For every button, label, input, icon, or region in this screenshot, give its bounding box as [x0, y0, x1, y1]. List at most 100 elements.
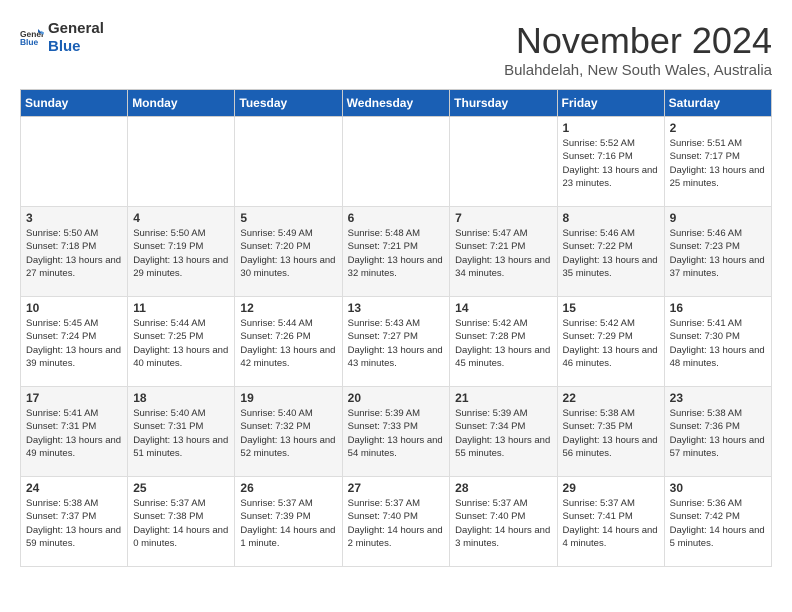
day-info: Sunrise: 5:36 AMSunset: 7:42 PMDaylight:…: [670, 497, 766, 550]
header-monday: Monday: [128, 90, 235, 117]
day-info: Sunrise: 5:38 AMSunset: 7:35 PMDaylight:…: [563, 407, 659, 460]
day-cell: [342, 117, 450, 207]
day-number: 13: [348, 301, 445, 315]
day-info: Sunrise: 5:47 AMSunset: 7:21 PMDaylight:…: [455, 227, 551, 280]
day-cell: 3 Sunrise: 5:50 AMSunset: 7:18 PMDaylight…: [21, 207, 128, 297]
logo: General Blue General Blue: [20, 20, 104, 56]
day-cell: 13 Sunrise: 5:43 AMSunset: 7:27 PMDayligh…: [342, 297, 450, 387]
day-info: Sunrise: 5:44 AMSunset: 7:26 PMDaylight:…: [240, 317, 336, 370]
title-section: November 2024 Bulahdelah, New South Wale…: [504, 20, 772, 79]
day-number: 2: [670, 121, 766, 135]
day-info: Sunrise: 5:51 AMSunset: 7:17 PMDaylight:…: [670, 137, 766, 190]
day-number: 8: [563, 211, 659, 225]
week-row-2: 3 Sunrise: 5:50 AMSunset: 7:18 PMDaylight…: [21, 207, 772, 297]
day-cell: 29 Sunrise: 5:37 AMSunset: 7:41 PMDayligh…: [557, 477, 664, 567]
day-cell: 18Sunrise: 5:40 AMSunset: 7:31 PMDayligh…: [128, 387, 235, 477]
header-tuesday: Tuesday: [235, 90, 342, 117]
day-info: Sunrise: 5:37 AMSunset: 7:40 PMDaylight:…: [455, 497, 551, 550]
day-number: 17: [26, 391, 122, 405]
day-info: Sunrise: 5:42 AMSunset: 7:29 PMDaylight:…: [563, 317, 659, 370]
day-cell: 2 Sunrise: 5:51 AMSunset: 7:17 PMDaylight…: [664, 117, 771, 207]
day-info: Sunrise: 5:39 AMSunset: 7:34 PMDaylight:…: [455, 407, 551, 460]
logo-line1: General: [48, 20, 104, 38]
day-number: 25: [133, 481, 229, 495]
day-number: 7: [455, 211, 551, 225]
day-cell: 6Sunrise: 5:48 AMSunset: 7:21 PMDaylight…: [342, 207, 450, 297]
day-number: 11: [133, 301, 229, 315]
day-cell: [450, 117, 557, 207]
day-info: Sunrise: 5:39 AMSunset: 7:33 PMDaylight:…: [348, 407, 445, 460]
day-cell: 15 Sunrise: 5:42 AMSunset: 7:29 PMDayligh…: [557, 297, 664, 387]
header-saturday: Saturday: [664, 90, 771, 117]
day-cell: 12 Sunrise: 5:44 AMSunset: 7:26 PMDayligh…: [235, 297, 342, 387]
calendar-header-row: SundayMondayTuesdayWednesdayThursdayFrid…: [21, 90, 772, 117]
day-info: Sunrise: 5:41 AMSunset: 7:30 PMDaylight:…: [670, 317, 766, 370]
day-info: Sunrise: 5:42 AMSunset: 7:28 PMDaylight:…: [455, 317, 551, 370]
day-cell: [128, 117, 235, 207]
day-info: Sunrise: 5:38 AMSunset: 7:36 PMDaylight:…: [670, 407, 766, 460]
day-number: 15: [563, 301, 659, 315]
day-number: 3: [26, 211, 122, 225]
day-info: Sunrise: 5:43 AMSunset: 7:27 PMDaylight:…: [348, 317, 445, 370]
day-info: Sunrise: 5:40 AMSunset: 7:32 PMDaylight:…: [240, 407, 336, 460]
day-cell: 24 Sunrise: 5:38 AMSunset: 7:37 PMDayligh…: [21, 477, 128, 567]
day-cell: 25 Sunrise: 5:37 AMSunset: 7:38 PMDayligh…: [128, 477, 235, 567]
day-number: 21: [455, 391, 551, 405]
day-number: 18: [133, 391, 229, 405]
day-info: Sunrise: 5:46 AMSunset: 7:22 PMDaylight:…: [563, 227, 659, 280]
day-cell: 21 Sunrise: 5:39 AMSunset: 7:34 PMDayligh…: [450, 387, 557, 477]
day-number: 23: [670, 391, 766, 405]
day-info: Sunrise: 5:50 AMSunset: 7:18 PMDaylight:…: [26, 227, 122, 280]
day-number: 12: [240, 301, 336, 315]
day-cell: [235, 117, 342, 207]
day-number: 27: [348, 481, 445, 495]
day-info: Sunrise: 5:37 AMSunset: 7:38 PMDaylight:…: [133, 497, 229, 550]
day-number: 28: [455, 481, 551, 495]
day-cell: 16Sunrise: 5:41 AMSunset: 7:30 PMDayligh…: [664, 297, 771, 387]
day-number: 14: [455, 301, 551, 315]
week-row-5: 24 Sunrise: 5:38 AMSunset: 7:37 PMDayligh…: [21, 477, 772, 567]
day-number: 24: [26, 481, 122, 495]
week-row-3: 10 Sunrise: 5:45 AMSunset: 7:24 PMDayligh…: [21, 297, 772, 387]
day-info: Sunrise: 5:46 AMSunset: 7:23 PMDaylight:…: [670, 227, 766, 280]
day-cell: 22 Sunrise: 5:38 AMSunset: 7:35 PMDayligh…: [557, 387, 664, 477]
day-info: Sunrise: 5:48 AMSunset: 7:21 PMDaylight:…: [348, 227, 445, 280]
month-title: November 2024: [504, 20, 772, 62]
day-info: Sunrise: 5:37 AMSunset: 7:40 PMDaylight:…: [348, 497, 445, 550]
day-info: Sunrise: 5:52 AMSunset: 7:16 PMDaylight:…: [563, 137, 659, 190]
day-cell: 28 Sunrise: 5:37 AMSunset: 7:40 PMDayligh…: [450, 477, 557, 567]
header-sunday: Sunday: [21, 90, 128, 117]
day-info: Sunrise: 5:45 AMSunset: 7:24 PMDaylight:…: [26, 317, 122, 370]
location: Bulahdelah, New South Wales, Australia: [504, 62, 772, 79]
week-row-1: 1 Sunrise: 5:52 AMSunset: 7:16 PMDaylight…: [21, 117, 772, 207]
day-number: 30: [670, 481, 766, 495]
day-number: 29: [563, 481, 659, 495]
logo-icon: General Blue: [20, 26, 44, 50]
day-cell: 27 Sunrise: 5:37 AMSunset: 7:40 PMDayligh…: [342, 477, 450, 567]
day-cell: [21, 117, 128, 207]
day-number: 26: [240, 481, 336, 495]
day-number: 10: [26, 301, 122, 315]
page-header: General Blue General Blue November 2024 …: [20, 20, 772, 79]
day-number: 22: [563, 391, 659, 405]
day-info: Sunrise: 5:50 AMSunset: 7:19 PMDaylight:…: [133, 227, 229, 280]
day-cell: 11 Sunrise: 5:44 AMSunset: 7:25 PMDayligh…: [128, 297, 235, 387]
day-cell: 9 Sunrise: 5:46 AMSunset: 7:23 PMDaylight…: [664, 207, 771, 297]
week-row-4: 17 Sunrise: 5:41 AMSunset: 7:31 PMDayligh…: [21, 387, 772, 477]
day-cell: 7 Sunrise: 5:47 AMSunset: 7:21 PMDaylight…: [450, 207, 557, 297]
day-cell: 5Sunrise: 5:49 AMSunset: 7:20 PMDaylight…: [235, 207, 342, 297]
day-number: 9: [670, 211, 766, 225]
day-info: Sunrise: 5:37 AMSunset: 7:39 PMDaylight:…: [240, 497, 336, 550]
day-cell: 8 Sunrise: 5:46 AMSunset: 7:22 PMDaylight…: [557, 207, 664, 297]
day-cell: 1 Sunrise: 5:52 AMSunset: 7:16 PMDaylight…: [557, 117, 664, 207]
day-info: Sunrise: 5:44 AMSunset: 7:25 PMDaylight:…: [133, 317, 229, 370]
day-info: Sunrise: 5:41 AMSunset: 7:31 PMDaylight:…: [26, 407, 122, 460]
day-cell: 30 Sunrise: 5:36 AMSunset: 7:42 PMDayligh…: [664, 477, 771, 567]
day-number: 4: [133, 211, 229, 225]
day-number: 5: [240, 211, 336, 225]
header-friday: Friday: [557, 90, 664, 117]
day-number: 1: [563, 121, 659, 135]
day-info: Sunrise: 5:37 AMSunset: 7:41 PMDaylight:…: [563, 497, 659, 550]
day-info: Sunrise: 5:38 AMSunset: 7:37 PMDaylight:…: [26, 497, 122, 550]
header-wednesday: Wednesday: [342, 90, 450, 117]
